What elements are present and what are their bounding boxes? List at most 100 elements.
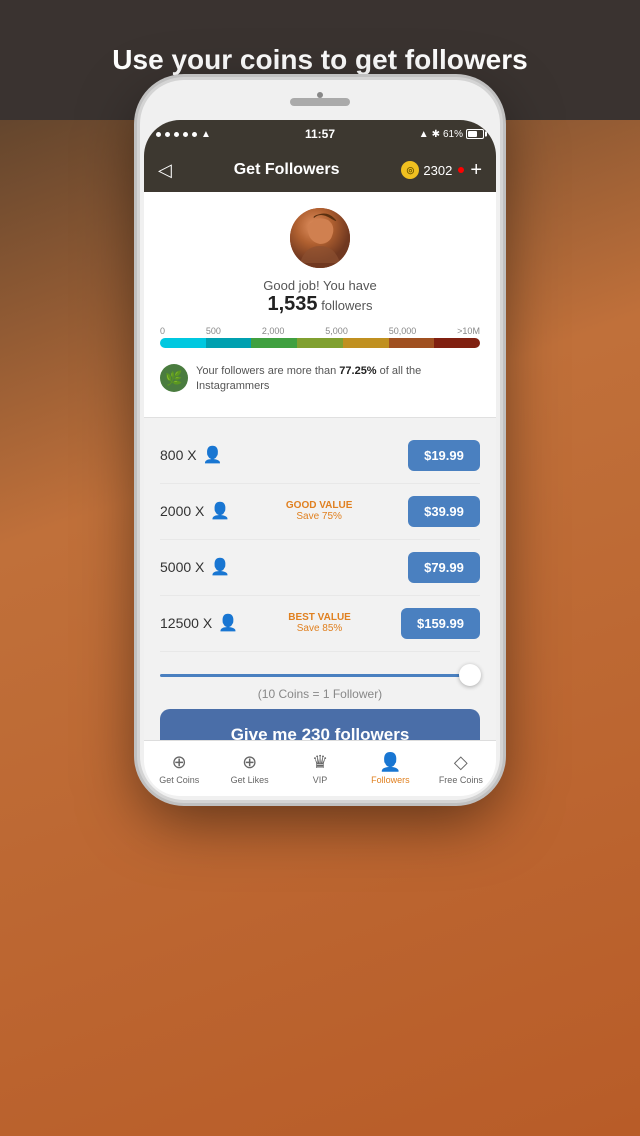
tab-get-likes[interactable]: ⊕ Get Likes	[214, 741, 284, 796]
progress-seg-1	[160, 338, 206, 348]
battery-fill	[468, 131, 477, 137]
add-coins-button[interactable]: +	[470, 159, 482, 182]
slider-track[interactable]	[160, 674, 480, 677]
package-amount-800: 800 X 👤	[160, 445, 223, 465]
tab-label-get-likes: Get Likes	[231, 775, 269, 785]
greeting-text: Good job! You have 1,535 followers	[263, 278, 377, 316]
package-center-2000: GOOD VALUE Save 75%	[286, 500, 352, 522]
slider-thumb[interactable]	[459, 664, 481, 686]
progress-seg-5	[343, 338, 389, 348]
tab-get-coins[interactable]: ⊕ Get Coins	[144, 741, 214, 796]
coin-amount: 2302	[423, 163, 452, 178]
buy-button-800[interactable]: $19.99	[408, 440, 480, 471]
signal-dot-3	[174, 132, 179, 137]
battery-body	[466, 129, 484, 139]
phone-body: ▲ 11:57 ▲ ✱ 61% ◁ Get Followers	[140, 80, 500, 800]
status-bar: ▲ 11:57 ▲ ✱ 61%	[144, 120, 496, 148]
package-amount-2000: 2000 X 👤	[160, 501, 230, 521]
prog-label-500: 500	[206, 326, 221, 336]
followers-icon: 👤	[379, 752, 401, 773]
progress-labels: 0 500 2,000 5,000 50,000 >10M	[160, 326, 480, 336]
notification-dot	[458, 167, 464, 173]
prog-label-50000: 50,000	[389, 326, 417, 336]
phone-screen: ▲ 11:57 ▲ ✱ 61% ◁ Get Followers	[144, 120, 496, 796]
signal-dot-1	[156, 132, 161, 137]
avatar	[290, 208, 350, 268]
package-amount-5000: 5000 X 👤	[160, 557, 230, 577]
avatar-image	[290, 208, 350, 268]
battery-icon	[466, 129, 484, 139]
amount-text-2000: 2000 X	[160, 503, 204, 519]
give-followers-button[interactable]: Give me 230 followers	[160, 709, 480, 740]
packages-section: 800 X 👤 $19.99 2000 X 👤 GOOD VALUE	[144, 418, 496, 662]
leaf-icon: 🌿	[165, 370, 182, 387]
person-icon-12500: 👤	[218, 613, 238, 633]
status-left: ▲	[156, 129, 211, 140]
nav-title: Get Followers	[234, 161, 340, 179]
signal-bars-icon: ▲	[419, 129, 429, 140]
bluetooth-icon: ✱	[432, 129, 440, 140]
package-row-800: 800 X 👤 $19.99	[160, 428, 480, 484]
signal-dot-2	[165, 132, 170, 137]
coins-equivalency-label: (10 Coins = 1 Follower)	[144, 683, 496, 709]
tab-label-followers: Followers	[371, 775, 410, 785]
nav-right-controls: ◎ 2302 +	[401, 159, 482, 182]
person-icon-5000: 👤	[210, 557, 230, 577]
buy-button-2000[interactable]: $39.99	[408, 496, 480, 527]
profile-section: Good job! You have 1,535 followers 0 500…	[144, 192, 496, 418]
amount-text-5000: 5000 X	[160, 559, 204, 575]
tab-label-free-coins: Free Coins	[439, 775, 483, 785]
tab-free-coins[interactable]: ◇ Free Coins	[426, 741, 496, 796]
amount-text-12500: 12500 X	[160, 615, 212, 631]
save-label-2000: Save 75%	[286, 511, 352, 522]
progress-seg-4	[297, 338, 343, 348]
follower-number: 1,535	[268, 293, 318, 315]
main-content: Good job! You have 1,535 followers 0 500…	[144, 192, 496, 740]
battery-percent: 61%	[443, 129, 463, 140]
phone-speaker	[290, 98, 350, 106]
status-right: ▲ ✱ 61%	[419, 129, 484, 140]
coin-icon: ◎	[401, 161, 419, 179]
good-value-label: GOOD VALUE	[286, 500, 352, 511]
progress-seg-2	[206, 338, 252, 348]
person-icon-2000: 👤	[210, 501, 230, 521]
prog-label-2000: 2,000	[262, 326, 285, 336]
tab-bar: ⊕ Get Coins ⊕ Get Likes ♛ VIP 👤 Follower…	[144, 740, 496, 796]
buy-button-5000[interactable]: $79.99	[408, 552, 480, 583]
amount-text-800: 800 X	[160, 447, 197, 463]
cta-section: Give me 230 followers	[144, 709, 496, 740]
progress-seg-3	[251, 338, 297, 348]
progress-seg-6	[389, 338, 435, 348]
get-likes-icon: ⊕	[242, 752, 257, 773]
progress-seg-7	[434, 338, 480, 348]
package-row-5000: 5000 X 👤 $79.99	[160, 540, 480, 596]
package-row-12500: 12500 X 👤 BEST VALUE Save 85% $159.99	[160, 596, 480, 652]
stats-icon: 🌿	[160, 364, 188, 392]
back-button[interactable]: ◁	[158, 160, 172, 181]
header-title: Use your coins to get followers	[112, 43, 527, 77]
wifi-icon: ▲	[201, 129, 211, 140]
package-row-2000: 2000 X 👤 GOOD VALUE Save 75% $39.99	[160, 484, 480, 540]
vip-icon: ♛	[312, 752, 328, 773]
prog-label-5000: 5,000	[325, 326, 348, 336]
phone-mockup: ▲ 11:57 ▲ ✱ 61% ◁ Get Followers	[140, 80, 500, 800]
person-icon-800: 👤	[203, 445, 223, 465]
prog-label-0: 0	[160, 326, 165, 336]
slider-section	[144, 662, 496, 683]
tab-label-vip: VIP	[313, 775, 328, 785]
free-coins-icon: ◇	[454, 752, 468, 773]
stats-percent: 77.25%	[339, 365, 376, 377]
navigation-bar: ◁ Get Followers ◎ 2302 +	[144, 148, 496, 192]
status-time: 11:57	[305, 127, 335, 141]
buy-button-12500[interactable]: $159.99	[401, 608, 480, 639]
tab-label-get-coins: Get Coins	[159, 775, 199, 785]
get-coins-icon: ⊕	[172, 752, 187, 773]
progress-bar	[160, 338, 480, 348]
tab-vip[interactable]: ♛ VIP	[285, 741, 355, 796]
package-amount-12500: 12500 X 👤	[160, 613, 238, 633]
tab-followers[interactable]: 👤 Followers	[355, 741, 425, 796]
signal-dot-4	[183, 132, 188, 137]
package-center-12500: BEST VALUE Save 85%	[288, 612, 351, 634]
coin-balance: ◎ 2302	[401, 161, 452, 179]
stats-text: Your followers are more than 77.25% of a…	[196, 364, 480, 395]
